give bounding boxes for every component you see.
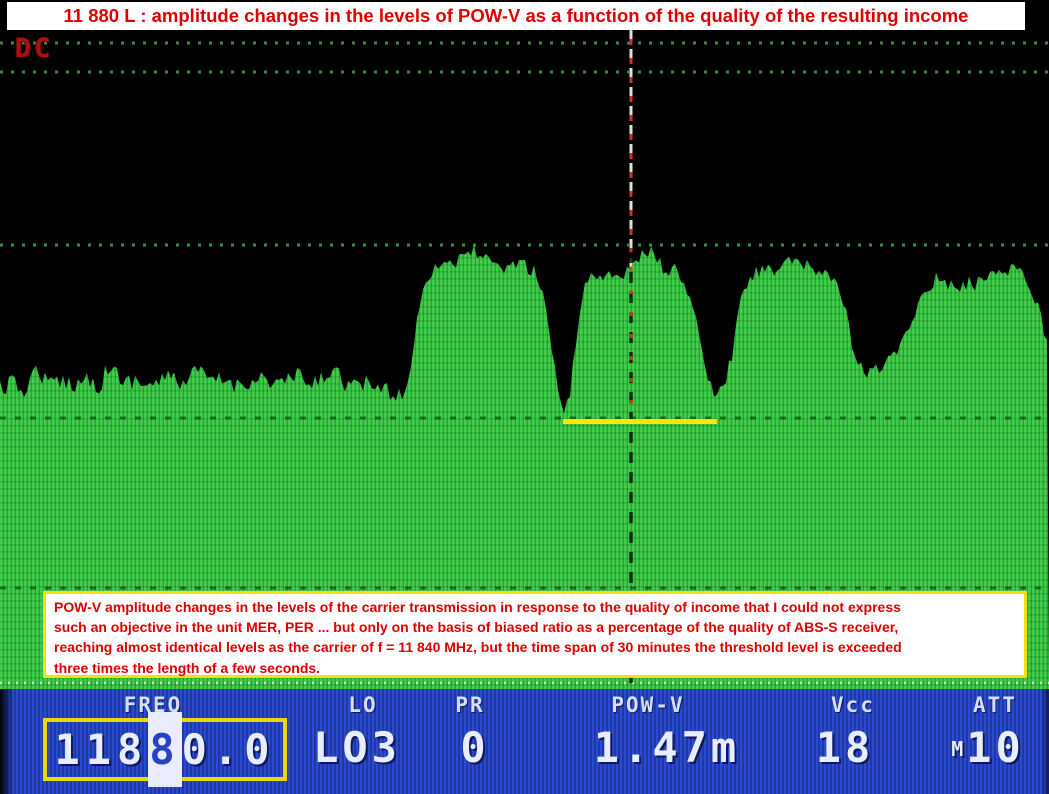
- bar-edge-shadow-left: [0, 689, 14, 794]
- freq-value[interactable]: 11880.0: [54, 725, 275, 775]
- powv-value: 1.47m: [587, 722, 747, 774]
- att-amount: 10: [966, 723, 1025, 772]
- pr-value: 0: [415, 722, 535, 774]
- status-bar: FREQ LO PR POW-V Vcc ATT 11880.0 LO3 0 1…: [0, 689, 1049, 794]
- title-bar: 11 880 L : amplitude changes in the leve…: [7, 2, 1025, 30]
- dc-coupling-label: DC: [15, 33, 54, 64]
- vcc-value: 18: [785, 722, 905, 774]
- pr-label: PR: [400, 693, 540, 717]
- lo-value: LO3: [277, 722, 437, 774]
- annotation-line-2: such an objective in the unit MER, PER .…: [54, 617, 1016, 637]
- att-value: M10: [928, 722, 1048, 774]
- marker-line: [563, 419, 717, 424]
- annotation-line-3: reaching almost identical levels as the …: [54, 637, 1016, 657]
- annotation-line-4: three times the length of a few seconds.: [54, 658, 1016, 678]
- annotation-box: POW-V amplitude changes in the levels of…: [43, 591, 1027, 678]
- title-text: 11 880 L : amplitude changes in the leve…: [64, 5, 969, 27]
- spectrum-display: DC POW-V amplitude changes in the levels…: [0, 30, 1049, 689]
- annotation-line-1: POW-V amplitude changes in the levels of…: [54, 597, 1016, 617]
- powv-label: POW-V: [578, 693, 718, 717]
- freq-value-box[interactable]: 11880.0: [43, 718, 287, 781]
- analyzer-screen: 11 880 L : amplitude changes in the leve…: [0, 0, 1049, 794]
- vcc-label: Vcc: [783, 693, 923, 717]
- att-mode-prefix: M: [951, 737, 964, 761]
- att-label: ATT: [925, 693, 1049, 717]
